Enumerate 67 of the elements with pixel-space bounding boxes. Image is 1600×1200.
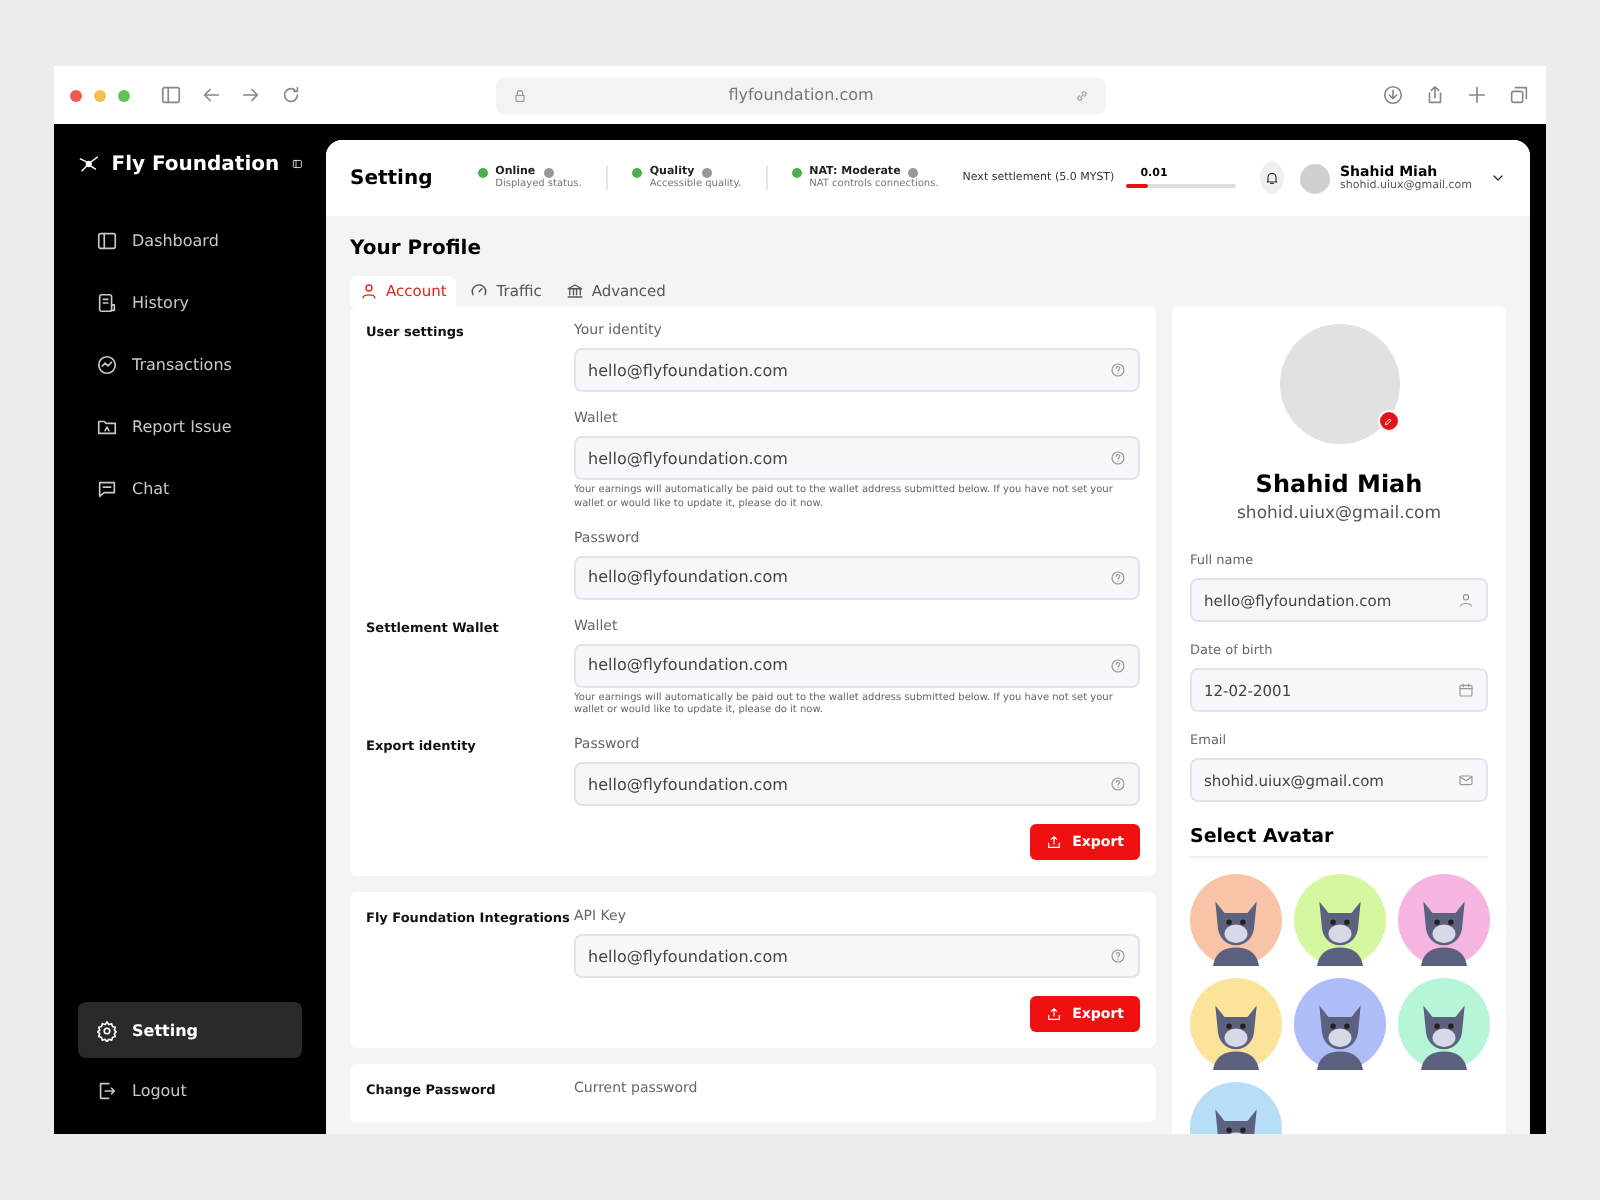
sidebar-toggle-icon[interactable]: [160, 84, 182, 106]
pencil-icon: [1382, 415, 1394, 427]
help-icon: [1110, 657, 1126, 673]
help-icon: [1110, 362, 1126, 378]
input-field[interactable]: hello@flyfoundation.com: [574, 436, 1140, 480]
profile-email: shohid.uiux@gmail.com: [1235, 504, 1443, 524]
animal-avatar[interactable]: [1398, 978, 1490, 1070]
input-field[interactable]: hello@flyfoundation.com: [574, 555, 1140, 599]
chart-icon: [96, 353, 118, 375]
info-icon[interactable]: [702, 167, 713, 177]
help-icon: [1110, 569, 1126, 585]
sidebar-item[interactable]: Setting: [78, 1002, 302, 1058]
gauge-icon: [470, 282, 489, 300]
help-icon: [1110, 450, 1126, 466]
brand-name: Fly Foundation: [111, 153, 280, 175]
lock-icon: [512, 87, 528, 103]
section-title: Your Profile: [350, 238, 483, 260]
folder-icon: [96, 415, 118, 437]
calendar-icon: [1458, 682, 1474, 698]
collapse-sidebar-icon[interactable]: [291, 154, 302, 174]
animal-avatar[interactable]: [1190, 874, 1282, 966]
user-icon: [360, 282, 378, 300]
link-icon: [1074, 87, 1090, 103]
bell-icon: [1264, 170, 1281, 186]
sidebar-item[interactable]: Logout: [78, 1070, 302, 1110]
profile-name: Shahid Miah: [1253, 470, 1425, 498]
section-title: Select Avatar: [1190, 826, 1488, 858]
info-icon[interactable]: [543, 167, 554, 177]
mail-icon: [1458, 772, 1474, 788]
help-icon: [1110, 948, 1126, 964]
sidebar-item[interactable]: Transactions: [78, 344, 302, 384]
input-field[interactable]: hello@flyfoundation.com: [574, 934, 1140, 978]
sidebar-item[interactable]: Dashboard: [78, 220, 302, 260]
document-icon: [96, 291, 118, 313]
reload-icon[interactable]: [280, 84, 302, 106]
url-text: flyfoundation.com: [726, 86, 876, 104]
chevron-down-icon[interactable]: [1490, 170, 1506, 186]
input-field[interactable]: hello@flyfoundation.com: [574, 762, 1140, 806]
forward-icon[interactable]: [240, 84, 262, 106]
avatar-photo-placeholder: [1300, 163, 1330, 193]
input-field[interactable]: hello@flyfoundation.com: [574, 348, 1140, 392]
sidebar-item[interactable]: Report Issue: [78, 406, 302, 446]
input-field[interactable]: hello@flyfoundation.com: [574, 643, 1140, 687]
upload-icon: [1046, 834, 1063, 850]
info-icon[interactable]: [908, 167, 919, 177]
download-icon[interactable]: [1382, 84, 1404, 106]
help-icon: [1110, 776, 1126, 792]
notification-button[interactable]: [1260, 162, 1284, 194]
page-title: Setting: [350, 167, 435, 189]
animal-avatar[interactable]: [1398, 874, 1490, 966]
chat-icon: [96, 477, 118, 499]
sidebar-item[interactable]: History: [78, 282, 302, 322]
back-icon[interactable]: [200, 84, 222, 106]
logout-icon: [96, 1079, 118, 1101]
user-icon: [1458, 592, 1474, 608]
new-tab-icon[interactable]: [1466, 84, 1488, 106]
tabs-icon[interactable]: [1508, 84, 1530, 106]
address-bar[interactable]: flyfoundation.com: [496, 77, 1106, 113]
animal-avatar[interactable]: [1294, 978, 1386, 1070]
share-icon[interactable]: [1424, 84, 1446, 106]
upload-icon: [1046, 1006, 1063, 1022]
settings-icon: [96, 1019, 118, 1041]
animal-avatar[interactable]: [1294, 874, 1386, 966]
bank-icon: [565, 282, 584, 300]
sidebar-item[interactable]: Chat: [78, 468, 302, 508]
animal-avatar[interactable]: [1190, 978, 1282, 1070]
panel-icon: [96, 229, 118, 251]
